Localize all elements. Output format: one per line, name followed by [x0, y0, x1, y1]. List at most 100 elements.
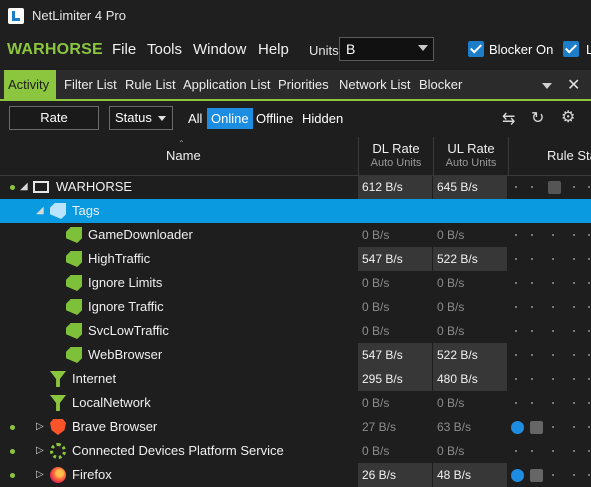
gear-icon	[50, 443, 66, 459]
collapse-arrow-icon[interactable]: ◢	[36, 205, 44, 216]
column-ul-rate[interactable]: UL Rate Auto Units	[433, 137, 508, 175]
download-rule-icon[interactable]	[511, 421, 524, 434]
online-dot	[10, 425, 15, 430]
tab-blocker[interactable]: Blocker	[415, 70, 466, 100]
rule-state-cell[interactable]	[510, 367, 591, 391]
refresh-icon[interactable]: ↻	[531, 108, 544, 128]
row-ul-rate: 522 B/s	[433, 247, 507, 271]
tag-icon	[66, 299, 82, 315]
expand-arrow-icon[interactable]: ▷	[36, 421, 44, 432]
rule-state-cell[interactable]	[510, 439, 591, 463]
chevron-down-icon	[158, 116, 166, 121]
second-checkbox[interactable]	[563, 41, 579, 57]
rule-state-cell[interactable]	[510, 271, 591, 295]
table-row[interactable]: SvcLowTraffic 0 B/s 0 B/s	[0, 319, 591, 343]
table-row[interactable]: ◢ Tags	[0, 199, 591, 223]
table-row[interactable]: HighTraffic 547 B/s 522 B/s	[0, 247, 591, 271]
tab-rule-list[interactable]: Rule List	[121, 70, 180, 100]
row-ul-rate: 0 B/s	[437, 300, 465, 314]
table-row[interactable]: ▷ Connected Devices Platform Service 0 B…	[0, 439, 591, 463]
tab-menu-chevron-icon[interactable]	[542, 83, 552, 89]
table-row[interactable]: ▷ Brave Browser 27 B/s 63 B/s	[0, 415, 591, 439]
row-name: Brave Browser	[72, 419, 158, 434]
units-value: B	[346, 41, 356, 57]
row-ul-rate: 63 B/s	[437, 420, 472, 434]
row-dl-rate: 26 B/s	[358, 463, 432, 487]
table-row[interactable]: Ignore Traffic 0 B/s 0 B/s	[0, 295, 591, 319]
table-row[interactable]: Ignore Limits 0 B/s 0 B/s	[0, 271, 591, 295]
download-limit-icon[interactable]	[530, 469, 543, 482]
row-name: HighTraffic	[88, 251, 151, 266]
row-dl-rate: 0 B/s	[362, 276, 390, 290]
tag-icon	[66, 275, 82, 291]
tab-priorities[interactable]: Priorities	[274, 70, 333, 100]
column-name[interactable]: Name	[166, 148, 201, 163]
filter-offline[interactable]: Offline	[256, 111, 293, 126]
row-name: GameDownloader	[88, 227, 193, 242]
status-select-value: Status	[115, 110, 152, 125]
row-dl-rate: 0 B/s	[362, 444, 390, 458]
table-row[interactable]: ◢ WARHORSE 612 B/s 645 B/s	[0, 175, 591, 199]
column-dl-rate[interactable]: DL Rate Auto Units	[358, 137, 433, 175]
row-ul-rate: 48 B/s	[433, 463, 507, 487]
blocker-checkbox[interactable]	[468, 41, 484, 57]
row-name: WebBrowser	[88, 347, 163, 362]
units-label: Units	[309, 43, 339, 58]
table-row[interactable]: WebBrowser 547 B/s 522 B/s	[0, 343, 591, 367]
gear-icon[interactable]: ⚙	[561, 107, 575, 127]
rule-state-cell[interactable]	[510, 391, 591, 415]
column-dl-sub: Auto Units	[370, 157, 422, 169]
tags-icon	[50, 203, 66, 219]
rate-button[interactable]: Rate	[9, 106, 99, 130]
rule-state-cell[interactable]	[510, 343, 591, 367]
tab-filter-list[interactable]: Filter List	[60, 70, 121, 100]
row-ul-rate: 0 B/s	[437, 444, 465, 458]
sort-chevron-icon: ⌃	[178, 139, 185, 148]
table-row[interactable]: GameDownloader 0 B/s 0 B/s	[0, 223, 591, 247]
chevron-down-icon	[418, 45, 428, 51]
filter-all[interactable]: All	[188, 111, 202, 126]
filter-hidden[interactable]: Hidden	[302, 111, 343, 126]
online-dot	[10, 449, 15, 454]
filter-online[interactable]: Online	[207, 108, 253, 129]
tab-network-list[interactable]: Network List	[335, 70, 415, 100]
row-dl-rate: 612 B/s	[358, 175, 432, 199]
rule-state-cell[interactable]	[510, 247, 591, 271]
row-name: Connected Devices Platform Service	[72, 443, 284, 458]
rule-state-cell[interactable]	[510, 295, 591, 319]
row-name: WARHORSE	[56, 179, 133, 194]
column-rule-title: Rule Sta	[547, 148, 591, 163]
rule-state-cell[interactable]	[510, 463, 591, 487]
blocker-label: Blocker On	[489, 42, 554, 57]
status-select[interactable]: Status	[109, 106, 173, 130]
checkmark-icon	[469, 41, 483, 54]
table-row[interactable]: Internet 295 B/s 480 B/s	[0, 367, 591, 391]
checkmark-icon	[564, 41, 578, 54]
expand-arrow-icon[interactable]: ▷	[36, 469, 44, 480]
expand-arrow-icon[interactable]: ▷	[36, 445, 44, 456]
download-limit-icon[interactable]	[530, 421, 543, 434]
collapse-arrow-icon[interactable]: ◢	[20, 181, 28, 192]
rule-state-cell[interactable]	[510, 415, 591, 439]
units-select[interactable]: B	[339, 37, 434, 61]
row-name: SvcLowTraffic	[88, 323, 169, 338]
upload-rule-icon[interactable]	[511, 469, 524, 482]
rule-state-cell[interactable]	[510, 175, 591, 199]
row-ul-rate: 645 B/s	[433, 175, 507, 199]
tab-activity[interactable]: Activity	[4, 70, 56, 100]
row-ul-rate: 0 B/s	[437, 228, 465, 242]
menu-file[interactable]: File	[112, 41, 136, 58]
menu-window[interactable]: Window	[193, 41, 246, 58]
menu-tools[interactable]: Tools	[147, 41, 182, 58]
swap-icon[interactable]: ⇆	[502, 109, 515, 129]
table-row[interactable]: ▷ Firefox 26 B/s 48 B/s	[0, 463, 591, 487]
close-icon[interactable]: ✕	[567, 75, 580, 95]
rule-state-cell[interactable]	[510, 223, 591, 247]
table-row[interactable]: LocalNetwork 0 B/s 0 B/s	[0, 391, 591, 415]
tab-application-list[interactable]: Application List	[179, 70, 274, 100]
row-dl-rate: 0 B/s	[362, 396, 390, 410]
column-rule-state[interactable]: Rule Sta	[508, 137, 591, 175]
rule-state-cell[interactable]	[510, 319, 591, 343]
upload-rule-icon[interactable]	[548, 181, 561, 194]
menu-help[interactable]: Help	[258, 41, 289, 58]
